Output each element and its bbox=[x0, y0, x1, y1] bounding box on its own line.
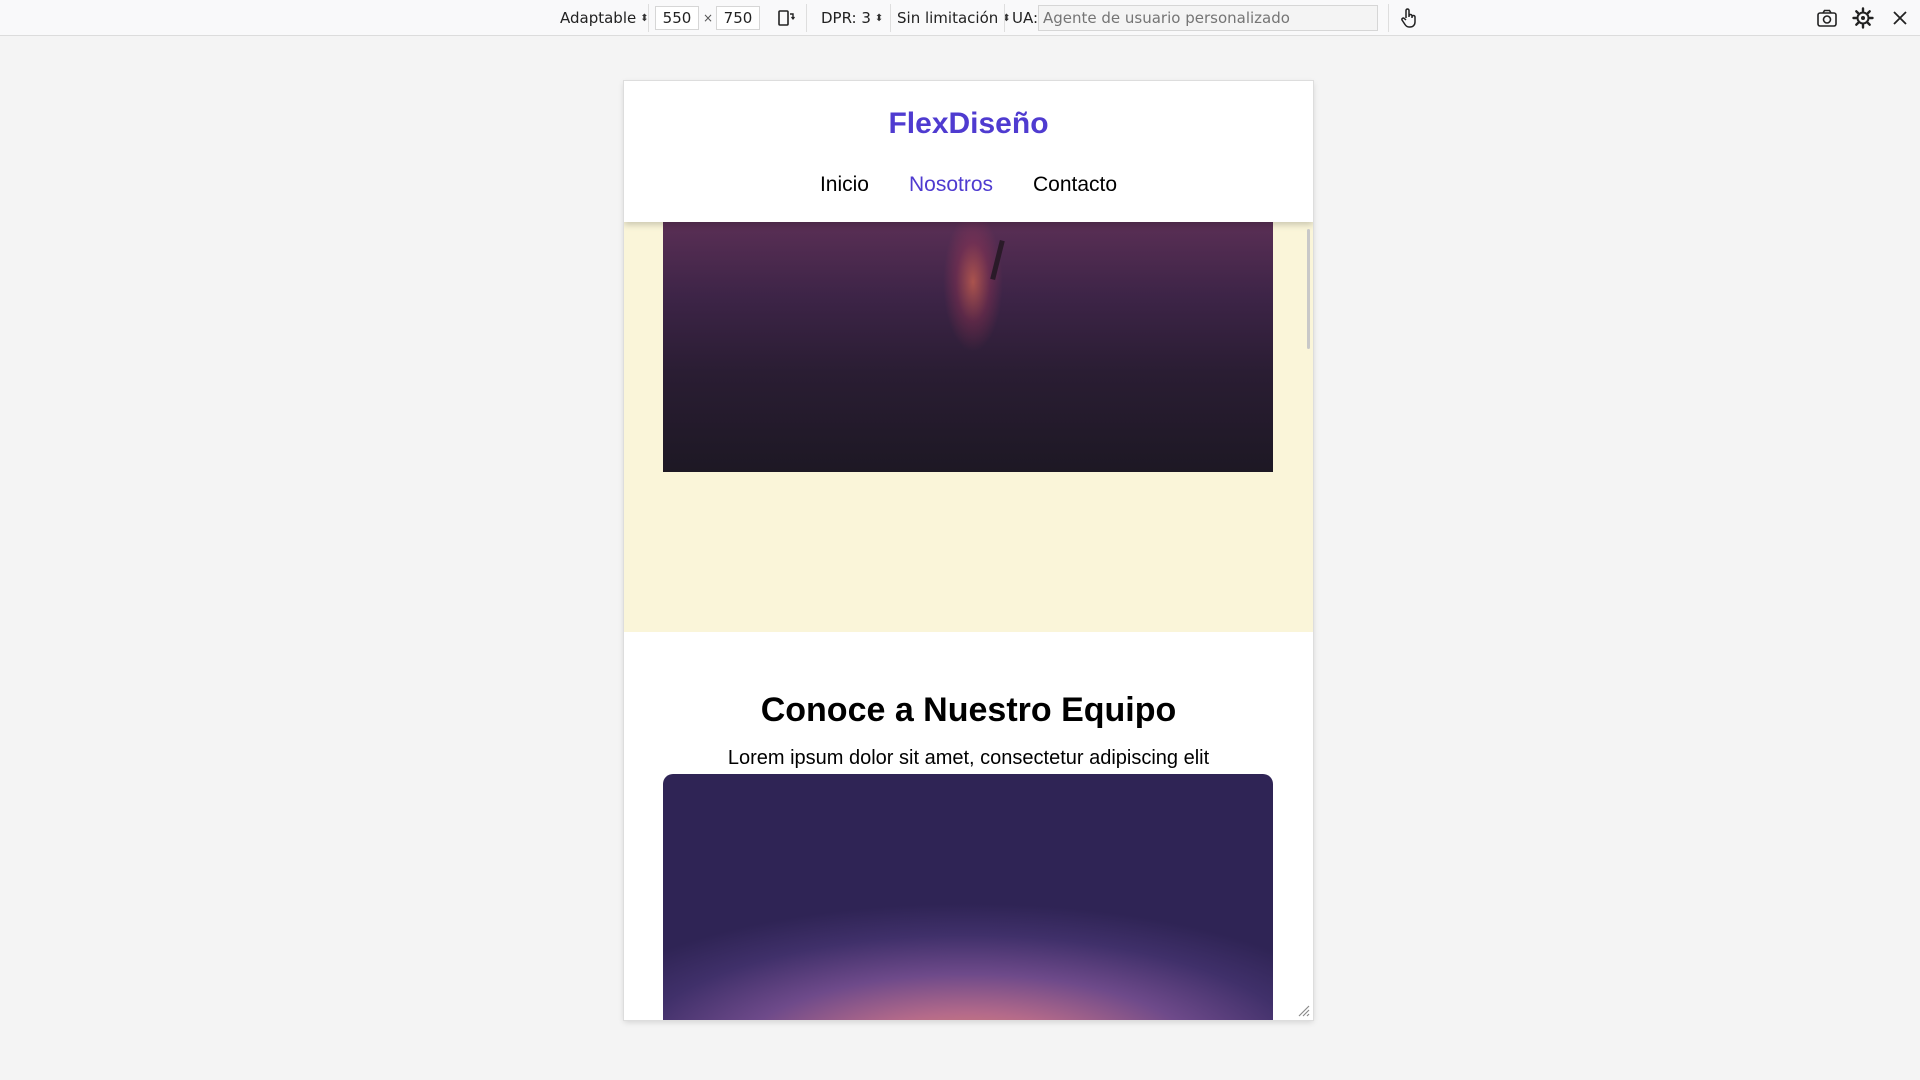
device-select[interactable]: Adaptable ⬍ bbox=[560, 0, 649, 36]
divider bbox=[648, 4, 649, 32]
brand-logo[interactable]: FlexDiseño bbox=[624, 107, 1313, 141]
select-arrows-icon: ⬍ bbox=[874, 12, 884, 24]
viewport-width-input[interactable]: 550 bbox=[655, 6, 699, 30]
user-agent-input[interactable] bbox=[1038, 5, 1378, 31]
rotate-device-icon[interactable] bbox=[773, 5, 799, 31]
team-card-image bbox=[663, 774, 1273, 1020]
device-viewport: FlexDiseño Inicio Nosotros Contacto Cono… bbox=[624, 81, 1313, 1020]
sun-reflection bbox=[943, 222, 1003, 352]
device-select-label: Adaptable bbox=[560, 9, 637, 27]
close-icon[interactable] bbox=[1887, 5, 1913, 31]
main-nav: Inicio Nosotros Contacto bbox=[624, 173, 1313, 197]
divider bbox=[1388, 4, 1389, 32]
team-section-title: Conoce a Nuestro Equipo bbox=[760, 691, 1177, 729]
viewport-height-input[interactable]: 750 bbox=[716, 6, 760, 30]
nav-link-inicio[interactable]: Inicio bbox=[820, 173, 869, 197]
dpr-select[interactable]: DPR: 3 ⬍ bbox=[821, 0, 883, 36]
nav-link-nosotros[interactable]: Nosotros bbox=[909, 173, 993, 197]
nav-link-contacto[interactable]: Contacto bbox=[1033, 173, 1117, 197]
resize-handle-icon[interactable] bbox=[1296, 1003, 1310, 1017]
divider bbox=[1004, 4, 1005, 32]
touch-simulation-icon[interactable] bbox=[1396, 5, 1422, 31]
throttling-select[interactable]: Sin limitación ⬍ bbox=[897, 0, 1011, 36]
divider bbox=[890, 4, 891, 32]
dimension-separator: × bbox=[703, 11, 714, 25]
gear-icon[interactable] bbox=[1850, 5, 1876, 31]
scrollbar-thumb[interactable] bbox=[1307, 229, 1310, 349]
throttling-select-label: Sin limitación bbox=[897, 9, 999, 27]
ua-label: UA: bbox=[1012, 9, 1039, 27]
hero-section bbox=[624, 222, 1313, 632]
dpr-select-label: DPR: 3 bbox=[821, 9, 871, 27]
responsive-design-toolbar: Adaptable ⬍ 550 × 750 DPR: 3 ⬍ Sin limit… bbox=[0, 0, 1920, 36]
hero-sunset-image bbox=[663, 222, 1273, 472]
team-section-subtitle: Lorem ipsum dolor sit amet, consectetur … bbox=[727, 747, 1210, 769]
site-header: FlexDiseño Inicio Nosotros Contacto bbox=[624, 81, 1313, 222]
divider bbox=[806, 4, 807, 32]
screenshot-icon[interactable] bbox=[1814, 5, 1840, 31]
